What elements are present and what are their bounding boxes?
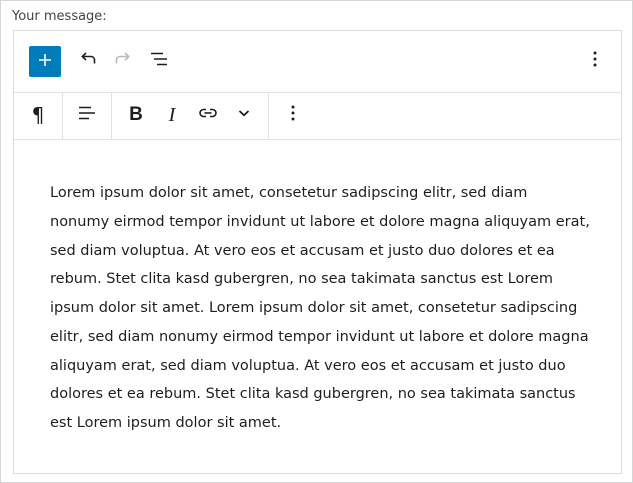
link-button[interactable]: [196, 103, 220, 127]
message-field-label: Your message:: [12, 9, 107, 24]
align-left-icon: [75, 101, 99, 129]
vertical-ellipsis-icon: [583, 47, 607, 75]
block-toolbar: ¶ B I: [14, 92, 621, 140]
vertical-ellipsis-icon: [281, 101, 305, 129]
undo-icon: [76, 47, 100, 75]
redo-button[interactable]: [111, 49, 135, 73]
more-formats-button[interactable]: [232, 103, 256, 127]
document-outline-button[interactable]: [147, 49, 171, 73]
message-field-frame: Your message: ¶ B I Lorem ipsum dolor si…: [0, 0, 633, 483]
editor-options-button[interactable]: [583, 49, 607, 73]
link-icon: [196, 101, 220, 129]
plus-icon: [37, 52, 53, 72]
paragraph-block[interactable]: Lorem ipsum dolor sit amet, consetetur s…: [50, 179, 590, 438]
bold-icon: B: [129, 104, 143, 125]
bold-button[interactable]: B: [124, 103, 148, 127]
italic-icon: I: [168, 103, 176, 126]
list-view-icon: [147, 47, 171, 75]
toolbar-divider: [268, 92, 269, 139]
block-editor: ¶ B I Lorem ipsum dolor sit amet, conset…: [13, 30, 622, 474]
align-button[interactable]: [75, 103, 99, 127]
italic-button[interactable]: I: [160, 103, 184, 127]
editor-toolbar: [14, 31, 621, 93]
block-options-button[interactable]: [281, 103, 305, 127]
add-block-button[interactable]: [29, 46, 61, 77]
redo-icon: [111, 47, 135, 75]
paragraph-block-button[interactable]: ¶: [26, 103, 50, 127]
chevron-down-icon: [232, 101, 256, 129]
toolbar-divider: [111, 92, 112, 139]
toolbar-divider: [62, 92, 63, 139]
paragraph-icon: ¶: [31, 103, 45, 127]
undo-button[interactable]: [76, 49, 100, 73]
